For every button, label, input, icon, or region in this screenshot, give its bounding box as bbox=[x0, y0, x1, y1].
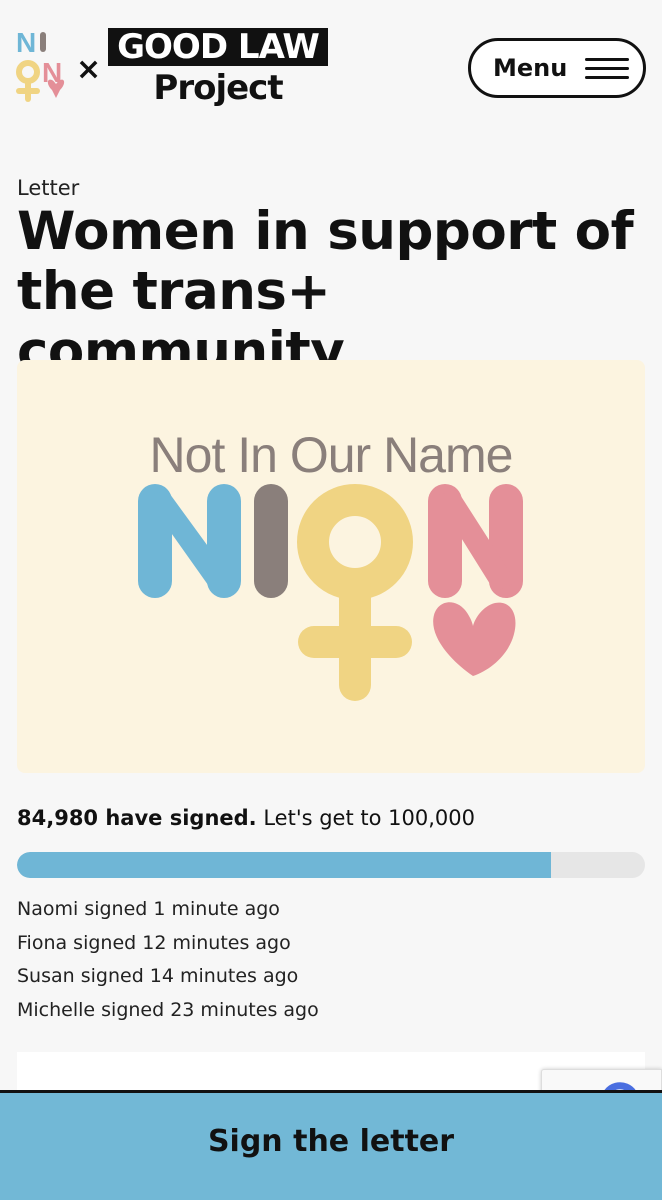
recent-signer-item: Susan signed 14 minutes ago bbox=[17, 960, 319, 994]
sign-letter-label: Sign the letter bbox=[207, 1124, 455, 1159]
hero-letter-n-blue bbox=[138, 484, 241, 598]
hero-letter-i-grey bbox=[254, 484, 288, 598]
recent-signer-item: Michelle signed 23 minutes ago bbox=[17, 994, 319, 1028]
page-title: Women in support of the trans+ community bbox=[17, 201, 634, 382]
hero-venus-yellow bbox=[297, 484, 413, 701]
signer-time: signed 1 minute ago bbox=[78, 898, 280, 920]
glp-logo-line1: GOOD LAW bbox=[108, 28, 328, 66]
sign-letter-button[interactable]: Sign the letter bbox=[0, 1090, 662, 1200]
signed-count-text: 84,980 have signed. bbox=[17, 806, 257, 830]
svg-text:N: N bbox=[16, 27, 36, 58]
site-header: N N × GOOD LAW Project Menu bbox=[0, 0, 662, 130]
signature-progress-bar bbox=[17, 852, 645, 878]
hamburger-icon bbox=[585, 56, 630, 80]
signer-name: Naomi bbox=[17, 898, 79, 920]
signer-name: Fiona bbox=[17, 931, 68, 954]
nion-logo[interactable]: N N bbox=[14, 26, 74, 110]
good-law-project-logo[interactable]: GOOD LAW Project bbox=[108, 28, 328, 108]
hero-image: Not In Our Name bbox=[17, 360, 645, 773]
goal-text: Let's get to 100,000 bbox=[263, 806, 475, 830]
hero-heart-pink bbox=[433, 602, 516, 676]
glp-logo-line2: Project bbox=[153, 68, 283, 108]
menu-button[interactable]: Menu bbox=[468, 38, 646, 98]
recent-signer-item: Fiona signed 12 minutes ago bbox=[17, 927, 319, 961]
recent-signer-item: Naomi signed 1 minute ago bbox=[17, 893, 319, 927]
menu-label: Menu bbox=[493, 54, 568, 82]
logo-separator: × bbox=[76, 52, 102, 87]
signer-time: signed 12 minutes ago bbox=[67, 931, 291, 954]
signer-name: Michelle bbox=[17, 998, 96, 1021]
recent-signers-list: Naomi signed 1 minute ago Fiona signed 12… bbox=[17, 893, 319, 1027]
signer-time: signed 14 minutes ago bbox=[74, 965, 299, 987]
hero-letter-n-pink bbox=[428, 484, 523, 598]
progress-fill bbox=[17, 852, 551, 878]
signer-name: Susan bbox=[17, 965, 75, 987]
page-kicker: Letter bbox=[17, 176, 80, 200]
signer-time: signed 23 minutes ago bbox=[95, 998, 319, 1021]
nion-hero-artwork bbox=[138, 484, 523, 701]
signature-count: 84,980 have signed. Let's get to 100,000 bbox=[17, 806, 475, 830]
